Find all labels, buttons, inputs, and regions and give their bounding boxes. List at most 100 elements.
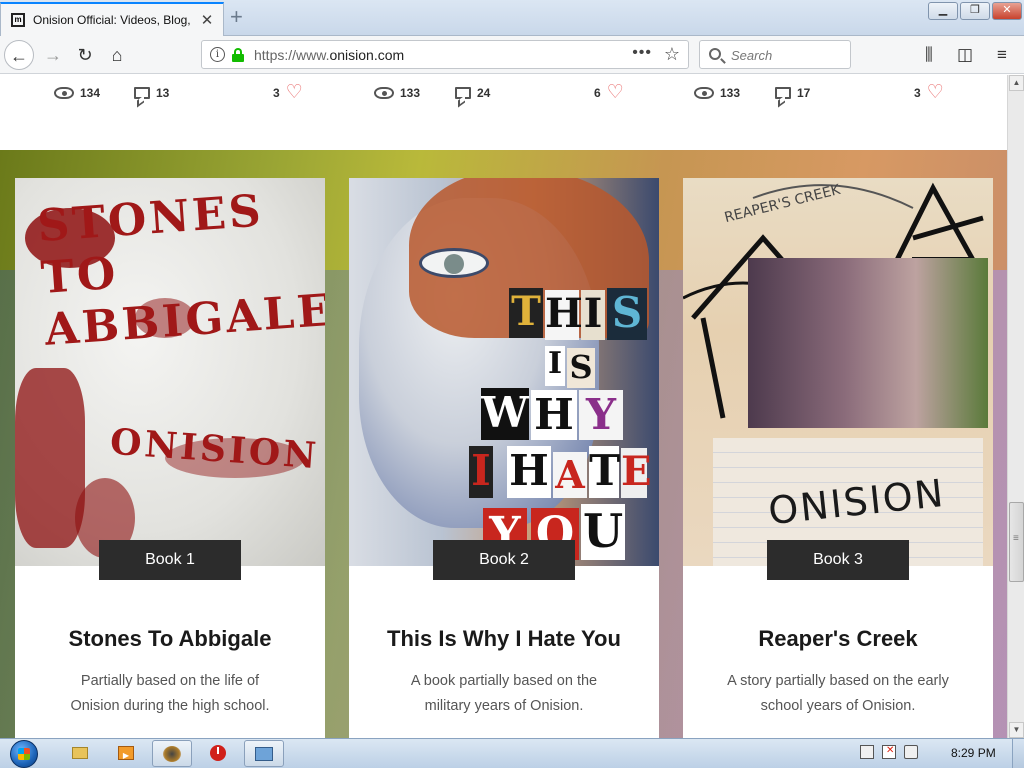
home-button[interactable]: ⌂ xyxy=(102,40,132,70)
page-actions-icon[interactable]: ••• xyxy=(632,44,652,62)
address-bar[interactable]: i https://www.onision.com ••• ☆ xyxy=(201,40,689,69)
browser-tab[interactable]: m Onision Official: Videos, Blog, F ✕ xyxy=(0,2,224,36)
windows-taskbar: 8:29 PM xyxy=(0,738,1024,768)
comments-count: 13 xyxy=(156,86,170,100)
views-count: 133 xyxy=(400,86,421,100)
url-text[interactable]: https://www.onision.com xyxy=(254,47,404,63)
library-icon[interactable]: ⫼ xyxy=(925,45,933,65)
browser-titlebar: m Onision Official: Videos, Blog, F ✕ + … xyxy=(0,0,1024,36)
comments-stat[interactable]: 13 xyxy=(134,84,169,102)
minimize-button[interactable]: ▁ xyxy=(928,2,958,20)
book-description: A book partially based on the military y… xyxy=(410,673,598,714)
page-content: 134 13 3 ♡ 133 24 6 ♡ 133 17 3 ♡ STONES … xyxy=(0,75,1007,738)
book-cover-image[interactable]: REAPER'S CREEK ONISION xyxy=(683,178,993,566)
comment-icon xyxy=(134,87,150,99)
likes-stat[interactable]: 6 ♡ xyxy=(594,83,624,102)
views-count: 133 xyxy=(720,86,741,100)
views-stat: 133 xyxy=(694,84,740,102)
scroll-thumb[interactable] xyxy=(1009,502,1024,582)
site-favicon-icon: m xyxy=(11,13,25,27)
heart-icon[interactable]: ♡ xyxy=(286,83,303,102)
views-stat: 133 xyxy=(374,84,420,102)
bookmark-star-icon[interactable]: ☆ xyxy=(664,44,680,65)
likes-stat[interactable]: 3 ♡ xyxy=(914,83,944,102)
media-player-icon xyxy=(118,746,134,760)
likes-count: 6 xyxy=(594,86,601,100)
likes-count: 3 xyxy=(914,86,921,100)
stats-row: 134 13 3 ♡ 133 24 6 ♡ 133 17 3 ♡ xyxy=(0,75,1007,150)
folder-icon xyxy=(72,747,88,759)
start-button[interactable] xyxy=(3,739,45,768)
new-tab-button[interactable]: + xyxy=(230,6,243,28)
book-cover-image[interactable]: T H I S I S W H Y I H A T E Y O U xyxy=(349,178,659,566)
search-icon xyxy=(709,48,721,60)
system-tray xyxy=(860,745,918,759)
show-desktop-button[interactable] xyxy=(1012,739,1024,768)
secure-lock-icon[interactable] xyxy=(232,48,244,62)
browser-icon xyxy=(163,746,181,762)
power-task[interactable] xyxy=(198,740,238,767)
url-protocol: https://www. xyxy=(254,47,330,63)
book-badge-button[interactable]: Book 3 xyxy=(767,540,909,580)
monitor-icon xyxy=(255,747,273,761)
restore-button[interactable]: ❐ xyxy=(960,2,990,20)
navigation-toolbar: ← → ↻ ⌂ i https://www.onision.com ••• ☆ … xyxy=(0,36,1024,74)
likes-count: 3 xyxy=(273,86,280,100)
action-center-icon[interactable] xyxy=(882,745,896,759)
cover-photo-art xyxy=(748,258,988,428)
scroll-up-arrow[interactable]: ▲ xyxy=(1009,75,1024,91)
taskbar-clock[interactable]: 8:29 PM xyxy=(951,746,996,760)
likes-stat[interactable]: 3 ♡ xyxy=(273,83,303,102)
search-placeholder: Search xyxy=(731,48,773,63)
book-title[interactable]: Reaper's Creek xyxy=(683,626,993,652)
network-icon[interactable] xyxy=(860,745,874,759)
screen-task[interactable] xyxy=(244,740,284,767)
eye-icon xyxy=(374,87,394,99)
cover-title-art: STONES TO ABBIGALE xyxy=(35,185,325,356)
page-scrollbar[interactable]: ▲ ▼ xyxy=(1007,75,1024,738)
heart-icon[interactable]: ♡ xyxy=(927,83,944,102)
url-domain: onision.com xyxy=(329,47,405,63)
close-window-button[interactable]: ✕ xyxy=(992,2,1022,20)
comment-icon xyxy=(455,87,471,99)
scroll-down-arrow[interactable]: ▼ xyxy=(1009,722,1024,738)
eye-icon xyxy=(694,87,714,99)
comments-count: 24 xyxy=(477,86,491,100)
books-section: STONES TO ABBIGALE ONISION Book 1 Stones… xyxy=(0,150,1007,738)
window-controls: ▁ ❐ ✕ xyxy=(928,2,1022,20)
comments-count: 17 xyxy=(797,86,811,100)
site-info-icon[interactable]: i xyxy=(210,47,225,62)
book-badge-button[interactable]: Book 2 xyxy=(433,540,575,580)
cover-author-art: ONISION xyxy=(108,420,321,478)
book-title[interactable]: This Is Why I Hate You xyxy=(349,626,659,652)
sidebar-icon[interactable]: ◫ xyxy=(957,45,973,65)
eye-icon xyxy=(54,87,74,99)
media-player-task[interactable] xyxy=(106,740,146,767)
book-badge-button[interactable]: Book 1 xyxy=(99,540,241,580)
power-icon xyxy=(210,745,226,761)
book-cover-image[interactable]: STONES TO ABBIGALE ONISION xyxy=(15,178,325,566)
search-input[interactable]: Search xyxy=(699,40,851,69)
windows-logo-icon xyxy=(10,740,38,768)
explorer-task[interactable] xyxy=(60,740,100,767)
book-card[interactable]: T H I S I S W H Y I H A T E Y O U Book 2… xyxy=(349,178,659,738)
menu-icon[interactable]: ≡ xyxy=(997,45,1007,65)
comment-icon xyxy=(775,87,791,99)
forward-button[interactable]: → xyxy=(38,40,68,70)
comments-stat[interactable]: 17 xyxy=(775,84,810,102)
back-button[interactable]: ← xyxy=(4,40,34,70)
close-tab-icon[interactable]: ✕ xyxy=(199,11,215,29)
browser-task[interactable] xyxy=(152,740,192,767)
book-description: A story partially based on the early sch… xyxy=(727,673,949,714)
comments-stat[interactable]: 24 xyxy=(455,84,490,102)
volume-icon[interactable] xyxy=(904,745,918,759)
views-count: 134 xyxy=(80,86,101,100)
book-title[interactable]: Stones To Abbigale xyxy=(15,626,325,652)
views-stat: 134 xyxy=(54,84,100,102)
book-card[interactable]: REAPER'S CREEK ONISION Book 3 Reaper's C… xyxy=(683,178,993,738)
tab-title: Onision Official: Videos, Blog, F xyxy=(33,13,191,27)
heart-icon[interactable]: ♡ xyxy=(607,83,624,102)
cover-eye-art xyxy=(419,248,489,278)
book-card[interactable]: STONES TO ABBIGALE ONISION Book 1 Stones… xyxy=(15,178,325,738)
reload-button[interactable]: ↻ xyxy=(70,40,100,70)
